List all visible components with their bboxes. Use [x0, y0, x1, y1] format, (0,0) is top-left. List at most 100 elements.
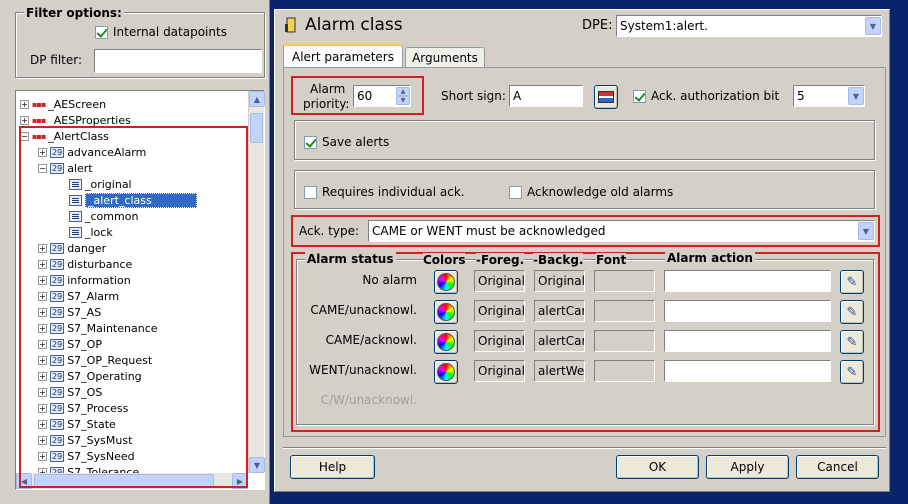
- ok-button[interactable]: OK: [616, 455, 699, 479]
- ack-old-label: Acknowledge old alarms: [527, 185, 674, 199]
- apply-button-label: Apply: [730, 460, 765, 474]
- tab-alert-parameters[interactable]: Alert parameters: [283, 44, 403, 68]
- tree-highlight: [19, 126, 248, 488]
- color-picker-button[interactable]: [434, 270, 458, 294]
- scroll-down-arrow[interactable]: ▼: [249, 457, 265, 473]
- alarm-status-label: C/W/unacknowl.: [320, 393, 417, 407]
- chevron-down-icon[interactable]: ▼: [858, 222, 874, 240]
- color-wheel-icon: [437, 303, 455, 321]
- foreground-color-cell: Original: [474, 270, 525, 292]
- alarm-action-input[interactable]: [664, 330, 831, 352]
- header-alarm-action: Alarm action: [665, 251, 755, 265]
- edit-action-button[interactable]: ✎: [840, 300, 864, 324]
- header-colors: Colors: [423, 253, 466, 267]
- ack-type-value: CAME or WENT must be acknowledged: [372, 224, 606, 238]
- button-bar: [283, 447, 886, 449]
- short-sign-input[interactable]: A: [509, 85, 583, 107]
- tree-item[interactable]: + ▪▪▪ _AEScreen: [20, 96, 106, 112]
- background-color-cell: alertCam: [534, 330, 585, 352]
- short-sign-picker-button[interactable]: [594, 85, 618, 109]
- tree-item-label: _AESProperties: [48, 113, 131, 127]
- font-cell: [594, 270, 655, 292]
- alarm-status-label: CAME/unacknowl.: [310, 303, 417, 317]
- background-color-cell: Original: [534, 270, 585, 292]
- save-alerts-check[interactable]: [304, 135, 317, 149]
- requires-ack-check[interactable]: [304, 185, 317, 199]
- color-wheel-icon: [437, 273, 455, 291]
- ack-auth-check[interactable]: [633, 89, 646, 103]
- apply-button[interactable]: Apply: [706, 455, 789, 479]
- ack-auth-checkbox[interactable]: Ack. authorization bit: [633, 89, 779, 103]
- ack-auth-value: 5: [797, 89, 805, 103]
- chevron-down-icon[interactable]: ▼: [848, 87, 864, 105]
- edit-action-button[interactable]: ✎: [840, 270, 864, 294]
- internal-datapoints-check[interactable]: [95, 25, 108, 39]
- ack-auth-label: Ack. authorization bit: [651, 89, 780, 103]
- alarm-class-icon: [284, 16, 298, 34]
- dp-filter-input[interactable]: [94, 49, 262, 73]
- tree-item-label: _AEScreen: [48, 97, 107, 111]
- header-foreg: -Foreg.: [476, 253, 525, 267]
- requires-ack-checkbox[interactable]: Requires individual ack.: [304, 185, 465, 199]
- alarm-priority-label-2: priority:: [303, 97, 350, 111]
- ack-old-checkbox[interactable]: Acknowledge old alarms: [509, 185, 673, 199]
- short-sign-value: A: [513, 89, 522, 103]
- edit-icon: ✎: [846, 274, 858, 290]
- alarm-priority-label-1: Alarm: [310, 82, 346, 96]
- tab-alert-parameters-label: Alert parameters: [292, 50, 394, 64]
- spinner-arrows[interactable]: ▲ ▼: [396, 87, 410, 105]
- tab-arguments[interactable]: Arguments: [405, 47, 485, 68]
- dp-filter-label: DP filter:: [30, 53, 83, 67]
- expand-icon[interactable]: +: [20, 99, 29, 109]
- tree-vertical-scrollbar[interactable]: ▲ ▼: [248, 91, 265, 473]
- dpe-label: DPE:: [582, 18, 613, 33]
- scroll-up-arrow[interactable]: ▲: [249, 91, 265, 107]
- help-button[interactable]: Help: [290, 455, 375, 479]
- ack-auth-select[interactable]: 5 ▼: [793, 85, 865, 107]
- dpe-select[interactable]: System1:alert. ▼: [616, 15, 882, 37]
- alarm-status-label: WENT/unacknowl.: [309, 363, 417, 377]
- expand-icon[interactable]: +: [20, 115, 29, 125]
- internal-datapoints-checkbox[interactable]: Internal datapoints: [95, 25, 227, 39]
- edit-action-button[interactable]: ✎: [840, 360, 864, 384]
- color-picker-button[interactable]: [434, 300, 458, 324]
- alarm-priority-value: 60: [357, 89, 373, 103]
- alarm-action-input[interactable]: [664, 360, 831, 382]
- ack-type-select[interactable]: CAME or WENT must be acknowledged ▼: [368, 220, 875, 242]
- tab-arguments-label: Arguments: [412, 51, 478, 65]
- spinner-down-icon[interactable]: ▼: [396, 96, 410, 105]
- cancel-button[interactable]: Cancel: [796, 455, 879, 479]
- color-picker-button[interactable]: [434, 360, 458, 384]
- foreground-color-cell: Original: [474, 360, 525, 382]
- short-sign-label: Short sign:: [441, 89, 506, 103]
- spinner-up-icon[interactable]: ▲: [396, 87, 410, 96]
- edit-icon: ✎: [846, 334, 858, 350]
- alarm-priority-spinner[interactable]: 60 ▲ ▼: [353, 85, 411, 107]
- ack-old-check[interactable]: [509, 185, 522, 199]
- background-color-cell: alertCam: [534, 300, 585, 322]
- cancel-button-label: Cancel: [817, 460, 858, 474]
- color-picker-button[interactable]: [434, 330, 458, 354]
- alarm-action-input[interactable]: [664, 270, 831, 292]
- foreground-color-cell: Original: [474, 330, 525, 352]
- color-wheel-icon: [437, 363, 455, 381]
- font-cell: [594, 300, 655, 322]
- scroll-thumb[interactable]: [250, 113, 263, 143]
- chevron-down-icon[interactable]: ▼: [865, 17, 881, 35]
- ok-button-label: OK: [648, 460, 667, 474]
- help-button-label: Help: [318, 460, 347, 474]
- edit-icon: ✎: [846, 304, 858, 320]
- save-alerts-checkbox[interactable]: Save alerts: [304, 135, 389, 149]
- alarm-status-label: CAME/acknowl.: [325, 333, 417, 347]
- color-wheel-icon: [437, 333, 455, 351]
- header-font: Font: [596, 253, 627, 267]
- save-alerts-label: Save alerts: [322, 135, 390, 149]
- dpe-value: System1:alert.: [620, 19, 708, 33]
- edit-action-button[interactable]: ✎: [840, 330, 864, 354]
- header-alarm-status: Alarm status: [305, 252, 396, 266]
- filter-options-title: Filter options:: [24, 6, 124, 20]
- background-color-cell: alertWen: [534, 360, 585, 382]
- foreground-color-cell: Original: [474, 300, 525, 322]
- page-title: Alarm class: [305, 15, 403, 35]
- alarm-action-input[interactable]: [664, 300, 831, 322]
